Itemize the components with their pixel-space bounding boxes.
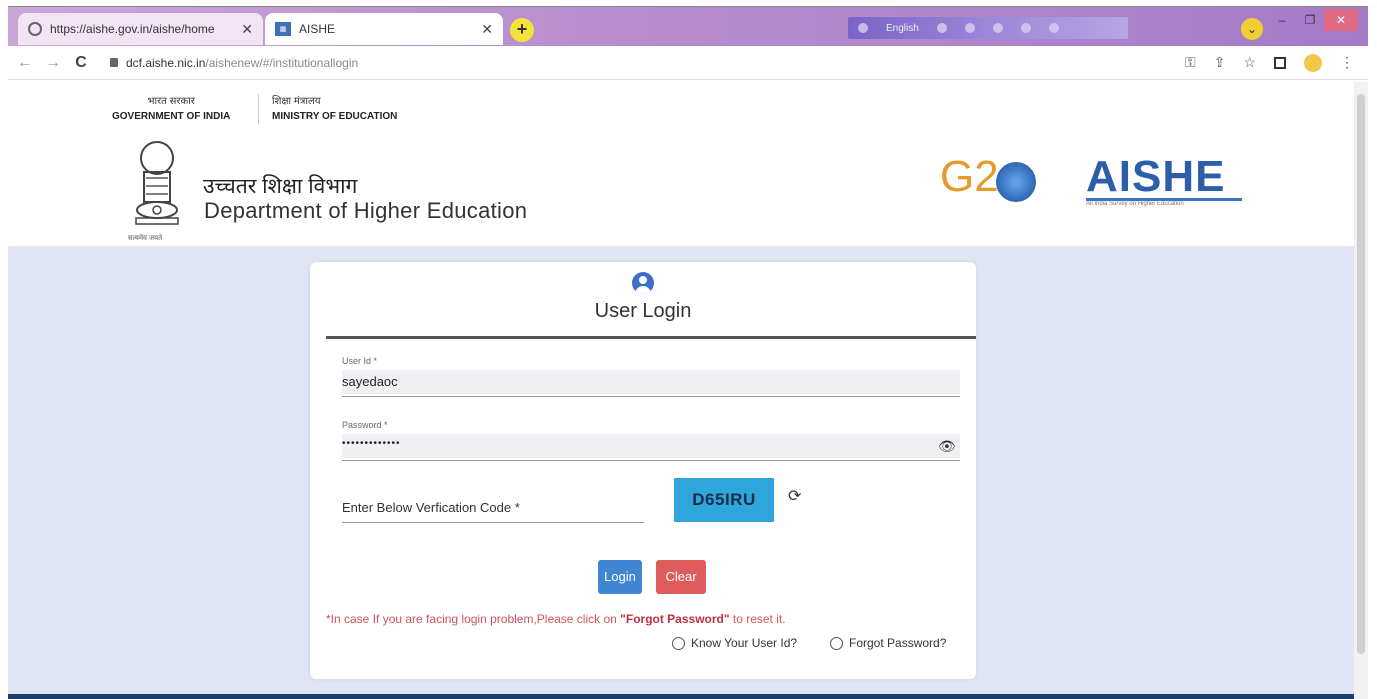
notice-prefix: *In case If you are facing login problem…	[326, 612, 621, 626]
login-button[interactable]: Login	[598, 560, 642, 594]
extension-icon[interactable]	[1048, 23, 1059, 33]
know-user-id-option[interactable]: Know Your User Id?	[672, 636, 797, 650]
globe-icon	[28, 22, 42, 36]
refresh-captcha-icon[interactable]: ⟳	[788, 486, 801, 506]
tab-title: https://aishe.gov.in/aishe/home	[50, 22, 215, 36]
browser-tab-bar: https://aishe.gov.in/aishe/home ✕ ▦ AISH…	[8, 6, 1368, 46]
emblem-caption: सत्यमेव जयते	[128, 235, 163, 242]
close-icon[interactable]: ✕	[481, 21, 493, 38]
gov-hindi: भारत सरकार	[147, 96, 195, 107]
user-id-label: User Id *	[342, 356, 378, 366]
aishe-favicon-icon: ▦	[275, 22, 291, 36]
g20-logo: G2	[940, 152, 1060, 222]
extension-icon[interactable]	[936, 23, 947, 33]
extension-icon[interactable]	[964, 23, 975, 33]
g20-text: G2	[940, 152, 999, 201]
ministry-english: MINISTRY OF EDUCATION	[272, 111, 398, 122]
tab-aishe[interactable]: ▦ AISHE ✕	[265, 13, 503, 45]
department-title-english: Department of Higher Education	[204, 198, 528, 223]
user-icon	[632, 272, 654, 294]
web-page: भारत सरकार GOVERNMENT OF INDIA शिक्षा मं…	[8, 82, 1354, 699]
url-path: /aishenew/#/institutionallogin	[205, 55, 359, 70]
reload-icon[interactable]: C	[70, 54, 92, 72]
ministry-hindi: शिक्षा मंत्रालय	[272, 96, 321, 107]
g20-globe-icon	[996, 162, 1036, 202]
gov-english: GOVERNMENT OF INDIA	[112, 111, 231, 122]
captcha-image: D65IRU	[674, 478, 774, 522]
password-field-bg	[342, 434, 960, 458]
back-icon[interactable]: ←	[14, 54, 36, 72]
aishe-subtitle: All India Survey on Higher Education	[1086, 201, 1184, 207]
extension-icon[interactable]	[858, 23, 868, 33]
title-divider	[326, 336, 976, 339]
menu-icon[interactable]: ⋮	[1340, 54, 1354, 71]
captcha-input[interactable]: Enter Below Verfication Code *	[342, 500, 520, 515]
side-panel-icon[interactable]	[1274, 56, 1286, 69]
eye-slash-icon[interactable]: 👁	[938, 438, 956, 455]
restore-icon[interactable]: ❐	[1296, 9, 1324, 31]
profile-avatar[interactable]	[1304, 53, 1322, 72]
forgot-password-label[interactable]: Forgot Password?	[849, 636, 946, 650]
forgot-password-option[interactable]: Forgot Password?	[830, 636, 946, 650]
know-user-id-radio[interactable]	[672, 636, 685, 650]
address-bar: ← → C dcf.aishe.nic.in/aishenew/#/instit…	[8, 46, 1368, 80]
lock-icon	[110, 58, 118, 67]
user-id-input[interactable]: sayedaoc	[342, 374, 398, 389]
address-bar-actions: ⚿ ⇪ ☆ ⋮	[1185, 53, 1354, 72]
scrollbar-thumb[interactable]	[1357, 94, 1365, 654]
window-controls: – ❐ ✕	[1268, 9, 1358, 31]
login-title: User Login	[594, 300, 692, 322]
extension-toolbar[interactable]: English	[848, 17, 1128, 39]
close-window-icon[interactable]: ✕	[1324, 9, 1358, 31]
user-id-field-bg	[342, 370, 960, 394]
key-icon[interactable]: ⚿	[1185, 54, 1196, 71]
notice-suffix: to reset it.	[729, 612, 786, 626]
new-tab-button[interactable]: +	[510, 18, 534, 42]
ministry-block: शिक्षा मंत्रालय MINISTRY OF EDUCATION	[272, 94, 397, 124]
login-card: User Login User Id * sayedaoc Password *…	[310, 262, 976, 679]
tab-search-button[interactable]: ⌄	[1241, 18, 1263, 40]
star-icon[interactable]: ☆	[1243, 54, 1256, 71]
url-field[interactable]: dcf.aishe.nic.in/aishenew/#/institutiona…	[110, 56, 358, 70]
gov-of-india-block: भारत सरकार GOVERNMENT OF INDIA	[112, 94, 230, 124]
page-scrollbar[interactable]	[1354, 82, 1368, 699]
aishe-logo[interactable]: AISHE	[1086, 152, 1225, 202]
captcha-underline	[342, 522, 644, 523]
know-user-id-label[interactable]: Know Your User Id?	[691, 636, 797, 650]
tab-title: AISHE	[299, 22, 336, 36]
clear-button[interactable]: Clear	[656, 560, 706, 594]
password-input[interactable]: •••••••••••••	[342, 438, 401, 449]
url-host: dcf.aishe.nic.in	[126, 55, 206, 70]
password-label: Password *	[342, 420, 388, 430]
divider	[258, 94, 259, 124]
forgot-password-highlight: "Forgot Password"	[620, 612, 730, 626]
extension-icon[interactable]	[992, 23, 1003, 33]
national-emblem-icon	[135, 141, 179, 225]
password-underline	[342, 460, 960, 461]
government-header: भारत सरकार GOVERNMENT OF INDIA शिक्षा मं…	[8, 82, 1354, 246]
extension-language-label[interactable]: English	[886, 23, 919, 34]
footer-strip	[8, 694, 1354, 699]
minimize-icon[interactable]: –	[1268, 9, 1296, 31]
extension-icon[interactable]	[1020, 23, 1031, 33]
forgot-password-radio[interactable]	[830, 636, 843, 650]
tab-aishe-home[interactable]: https://aishe.gov.in/aishe/home ✕	[18, 13, 263, 45]
department-title-hindi: उच्चतर शिक्षा विभाग	[203, 175, 358, 198]
share-icon[interactable]: ⇪	[1214, 54, 1226, 71]
login-help-notice: *In case If you are facing login problem…	[326, 612, 786, 626]
close-icon[interactable]: ✕	[241, 21, 253, 38]
user-id-underline	[342, 396, 960, 397]
forward-icon[interactable]: →	[42, 54, 64, 72]
